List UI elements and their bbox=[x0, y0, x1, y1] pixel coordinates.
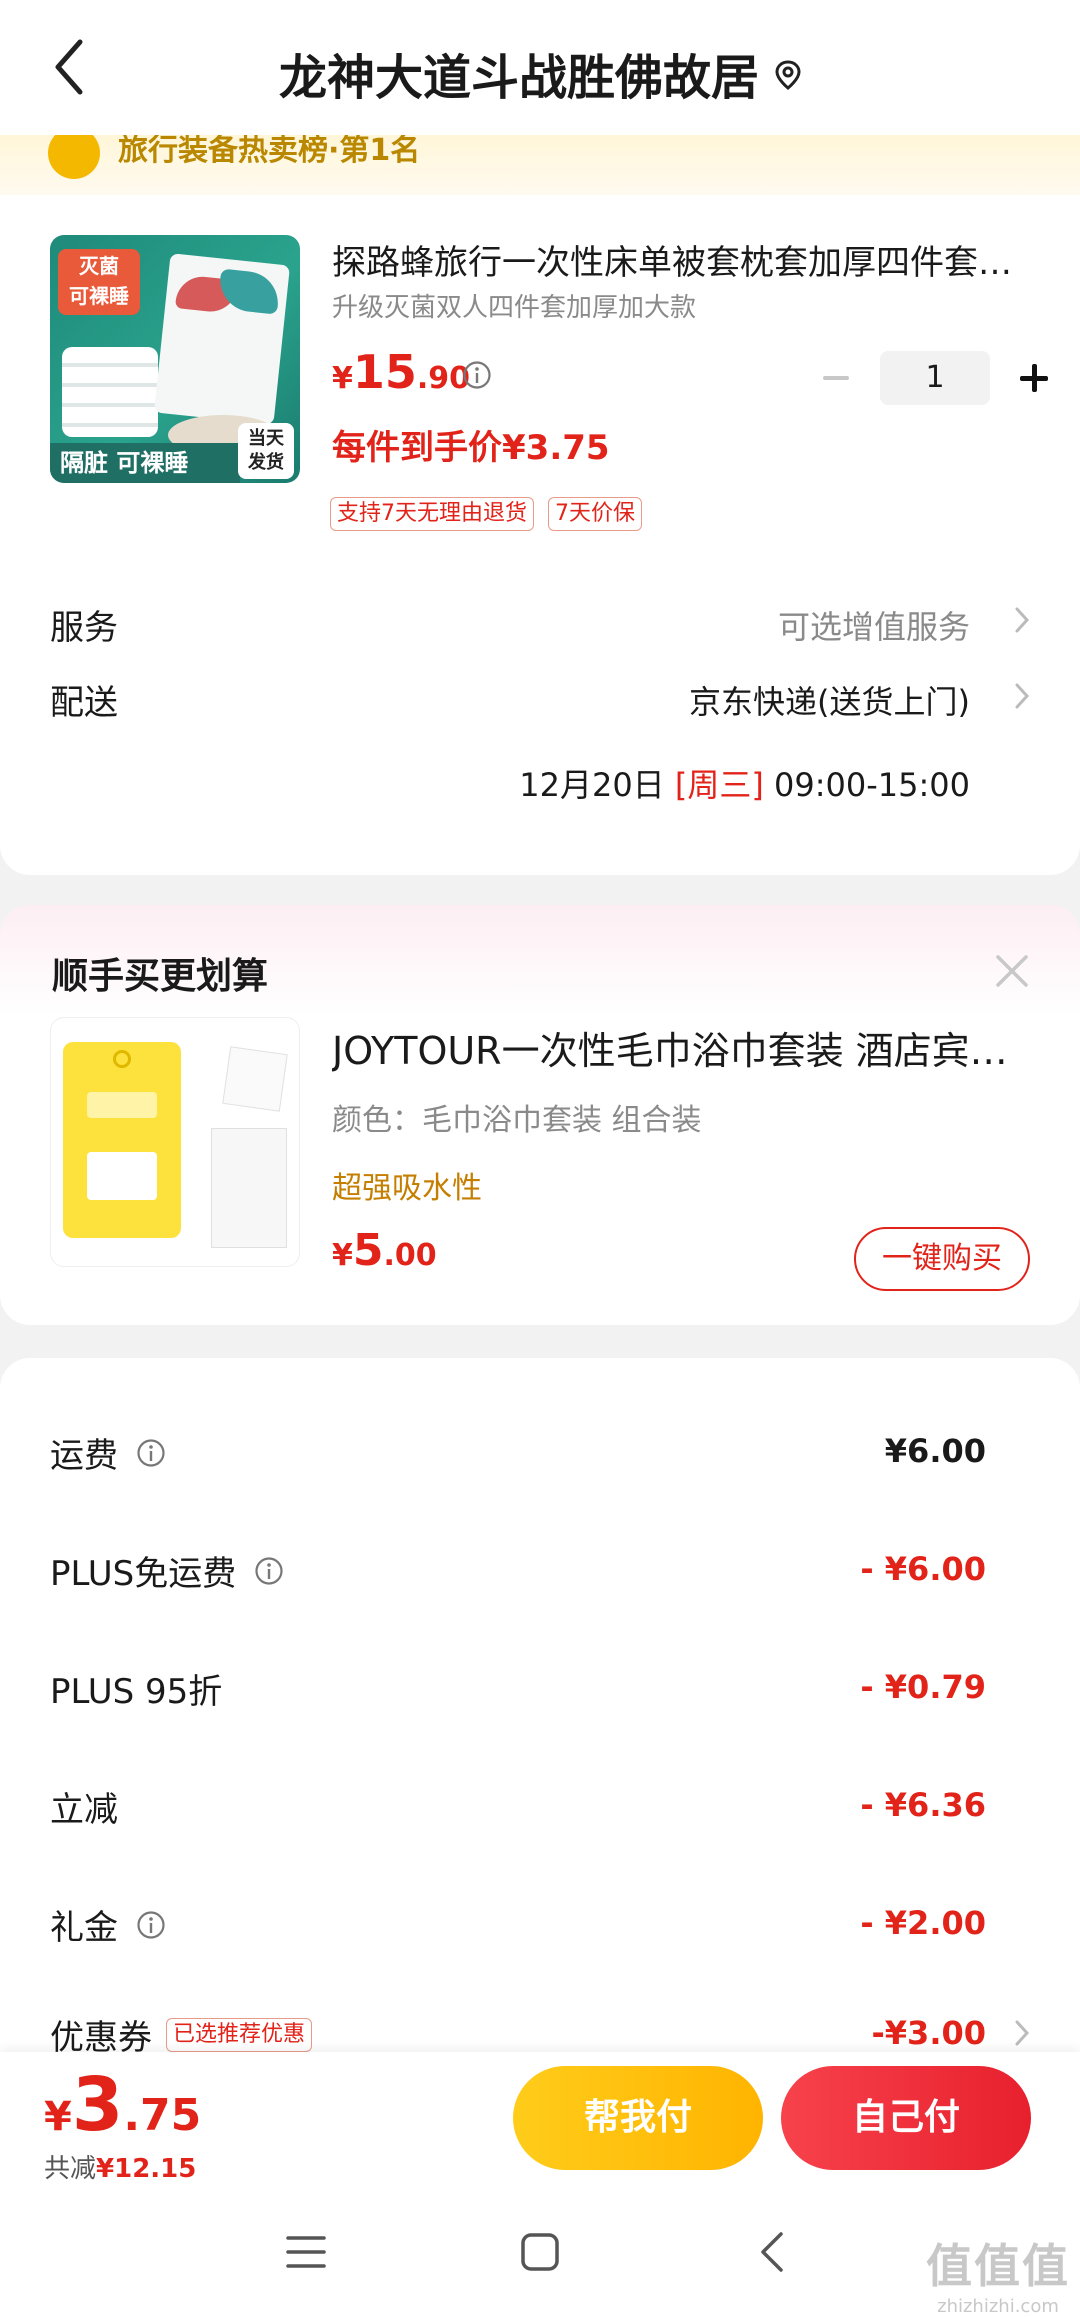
recommend-product-spec: 颜色：毛巾浴巾套装 组合装 bbox=[332, 1103, 702, 1138]
info-icon[interactable] bbox=[254, 1556, 284, 1586]
page-title[interactable]: 龙神大道斗战胜佛故居 bbox=[0, 38, 1080, 108]
ranking-text: 旅行装备热卖榜·第1名 bbox=[118, 135, 421, 168]
coupon-value[interactable]: -¥3.00 bbox=[872, 2014, 987, 2052]
info-icon[interactable] bbox=[136, 1910, 166, 1940]
delivery-value[interactable]: 京东快递(送货上门) bbox=[689, 677, 970, 723]
chevron-right-icon[interactable] bbox=[1012, 2018, 1032, 2048]
fee-value-gift-money: - ¥2.00 bbox=[860, 1904, 986, 1942]
increase-button[interactable] bbox=[1004, 351, 1064, 405]
quantity-value[interactable]: 1 bbox=[880, 351, 990, 405]
fee-value-plus-free-shipping: - ¥6.00 bbox=[860, 1550, 986, 1588]
total-saved[interactable]: 共减¥12.15 bbox=[44, 2148, 196, 2185]
product-title[interactable]: 探路蜂旅行一次性床单被套枕套加厚四件套酒店 bbox=[332, 235, 1032, 284]
product-price: ¥ 15 .90 bbox=[332, 345, 471, 399]
ranking-banner[interactable]: 旅行装备热卖榜·第1名 bbox=[0, 135, 1080, 195]
service-label: 服务 bbox=[50, 608, 118, 648]
image-day-label: 当天 发货 bbox=[238, 423, 294, 479]
product-image[interactable]: 灭菌 可裸睡 隔脏 可裸睡 当天 发货 bbox=[50, 235, 300, 483]
home-icon[interactable] bbox=[500, 2212, 580, 2292]
one-click-buy-button[interactable]: 一键购买 bbox=[854, 1227, 1030, 1291]
product-spec[interactable]: 升级灭菌双人四件套加厚加大款 bbox=[332, 287, 696, 324]
chevron-right-icon[interactable] bbox=[1012, 681, 1032, 711]
recommend-card: 顺手买更划算 JOYTOUR一次性毛巾浴巾套装 酒店宾馆旅行 颜色：毛巾浴巾套装… bbox=[0, 905, 1080, 1325]
fee-value-instant-discount: - ¥6.36 bbox=[860, 1786, 986, 1824]
recommend-price: ¥ 5 .00 bbox=[332, 1225, 437, 1276]
coupon-tag: 已选推荐优惠 bbox=[166, 2017, 313, 2052]
trophy-icon bbox=[48, 135, 100, 179]
watermark: 值值值 zhizhizhi.com bbox=[926, 2239, 1070, 2317]
fee-row-plus-free-shipping: PLUS免运费 bbox=[50, 1546, 284, 1595]
delivery-time[interactable]: 12月20日 [周三] 09:00-15:00 bbox=[519, 760, 970, 806]
fee-row-plus-discount: PLUS 95折 bbox=[50, 1672, 223, 1712]
fee-row-shipping: 运费 bbox=[50, 1428, 166, 1477]
header: 龙神大道斗战胜佛故居 bbox=[0, 0, 1080, 135]
checkout-bar: ¥ 3 .75 共减¥12.15 帮我付 自己付 bbox=[0, 2052, 1080, 2185]
recent-apps-icon[interactable] bbox=[266, 2212, 346, 2292]
decrease-button[interactable] bbox=[806, 351, 866, 405]
recommend-product-title[interactable]: JOYTOUR一次性毛巾浴巾套装 酒店宾馆旅行 bbox=[332, 1020, 1032, 1075]
nav-back-icon[interactable] bbox=[732, 2212, 812, 2292]
fee-row-instant-discount: 立减 bbox=[50, 1790, 118, 1830]
pay-myself-button[interactable]: 自己付 bbox=[781, 2066, 1031, 2170]
fee-row-gift-money: 礼金 bbox=[50, 1900, 166, 1949]
quantity-stepper: 1 bbox=[806, 351, 1064, 405]
fee-summary-card: 运费 ¥6.00 PLUS免运费 - ¥6.00 PLUS 95折 - ¥0.7… bbox=[0, 1358, 1080, 2058]
info-icon[interactable] bbox=[462, 360, 492, 390]
order-item-card: 灭菌 可裸睡 隔脏 可裸睡 当天 发货 探路蜂旅行一次性床单被套枕套加厚四件套酒… bbox=[0, 195, 1080, 875]
fee-value-plus-discount: - ¥0.79 bbox=[860, 1668, 986, 1706]
recommend-feature: 超强吸水性 bbox=[332, 1171, 482, 1206]
service-value[interactable]: 可选增值服务 bbox=[778, 602, 970, 648]
total-price: ¥ 3 .75 bbox=[44, 2062, 202, 2148]
system-nav-bar bbox=[0, 2182, 1080, 2317]
info-icon[interactable] bbox=[136, 1438, 166, 1468]
location-pin-icon bbox=[775, 60, 801, 90]
unit-price: 每件到手价¥3.75 bbox=[332, 428, 610, 468]
fee-value-shipping: ¥6.00 bbox=[884, 1432, 986, 1470]
help-me-pay-button[interactable]: 帮我付 bbox=[513, 2066, 763, 2170]
chevron-right-icon[interactable] bbox=[1012, 605, 1032, 635]
service-tags: 支持7天无理由退货 7天价保 bbox=[330, 497, 642, 531]
delivery-label: 配送 bbox=[50, 683, 118, 723]
recommend-title: 顺手买更划算 bbox=[52, 956, 269, 997]
image-badge: 灭菌 可裸睡 bbox=[58, 249, 140, 315]
recommend-product-image[interactable] bbox=[50, 1017, 300, 1267]
address-text: 龙神大道斗战胜佛故居 bbox=[278, 50, 759, 106]
return-tag: 支持7天无理由退货 bbox=[330, 497, 534, 531]
price-protect-tag: 7天价保 bbox=[548, 497, 642, 531]
close-icon[interactable] bbox=[992, 951, 1032, 991]
image-bottom-label: 隔脏 可裸睡 bbox=[50, 443, 240, 483]
